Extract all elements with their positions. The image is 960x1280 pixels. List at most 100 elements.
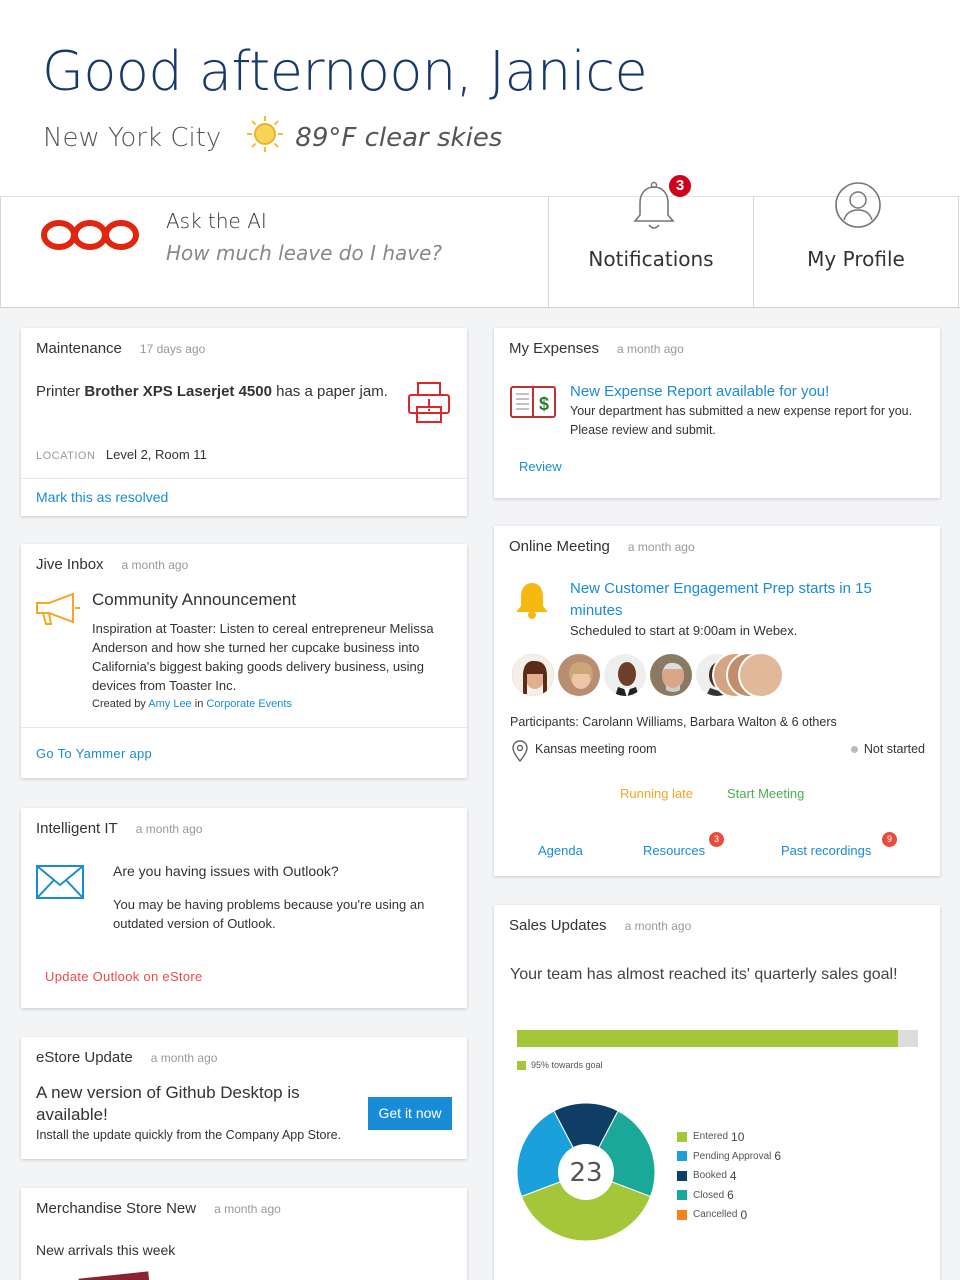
- legend-item: Pending Approval 6: [677, 1147, 781, 1167]
- notifications-badge: 3: [667, 173, 693, 199]
- weather-text: 89°F clear skies: [295, 122, 503, 153]
- location-pin-icon: [512, 740, 528, 767]
- recordings-count-badge: 9: [882, 832, 897, 847]
- legend-swatch: [677, 1170, 687, 1181]
- byline-text: in: [194, 698, 204, 710]
- message-text: Printer: [36, 383, 85, 400]
- card-timestamp: a month ago: [627, 540, 695, 554]
- card-title: My Expenses: [509, 340, 600, 357]
- sales-donut-chart: 23: [516, 1102, 656, 1242]
- author-link[interactable]: Amy Lee: [148, 698, 191, 710]
- intelligent-it-card: Intelligent IT a month ago Are you havin…: [21, 808, 467, 1008]
- ask-ai-prompt: How much leave do I have?: [166, 241, 443, 265]
- sales-progress-bar: [517, 1030, 918, 1047]
- legend-label: Closed: [693, 1189, 725, 1201]
- card-title: Online Meeting: [509, 538, 610, 555]
- envelope-icon: [36, 865, 84, 904]
- notifications-label: Notifications: [588, 247, 714, 271]
- merch-body: New arrivals this week: [36, 1242, 176, 1258]
- card-title: Jive Inbox: [36, 556, 104, 573]
- legend-swatch: [677, 1209, 687, 1220]
- agenda-link[interactable]: Agenda: [538, 843, 583, 858]
- message-text: has a paper jam.: [271, 383, 388, 400]
- location-value: Level 2, Room 11: [105, 447, 207, 462]
- meeting-schedule: Scheduled to start at 9:00am in Webex.: [570, 623, 798, 638]
- card-title: Intelligent IT: [36, 820, 118, 837]
- running-late-button[interactable]: Running late: [620, 786, 693, 801]
- svg-text:$: $: [539, 394, 549, 414]
- legend-item: Cancelled 0: [677, 1205, 781, 1225]
- card-title: Sales Updates: [509, 917, 607, 934]
- expense-heading[interactable]: New Expense Report available for you!: [570, 383, 829, 400]
- product-image: [78, 1271, 150, 1280]
- donut-legend: Entered 10 Pending Approval 6 Booked 4 Closed 6…: [677, 1127, 781, 1225]
- estore-body: Install the update quickly from the Comp…: [36, 1128, 342, 1142]
- expense-ledger-icon: $: [510, 384, 556, 425]
- my-profile-button[interactable]: My Profile: [754, 182, 959, 307]
- progress-legend: 95% towards goal: [517, 1060, 603, 1070]
- meeting-heading[interactable]: New Customer Engagement Prep starts in 1…: [570, 578, 890, 622]
- legend-item: Closed 6: [677, 1186, 781, 1206]
- status-text: Not started: [863, 742, 925, 756]
- legend-value: 6: [774, 1149, 782, 1164]
- printer-name: Brother XPS Laserjet 4500: [84, 383, 272, 400]
- legend-label: Booked: [693, 1170, 727, 1182]
- card-timestamp: 17 days ago: [139, 342, 206, 356]
- greeting-header: Good afternoon, Janice New York City 89°…: [0, 0, 960, 308]
- legend-swatch: [677, 1190, 687, 1201]
- card-title: Maintenance: [36, 340, 122, 357]
- avatar[interactable]: [738, 652, 784, 698]
- ask-ai-title: Ask the AI: [166, 209, 267, 233]
- greeting-title: Good afternoon, Janice: [42, 40, 648, 103]
- card-timestamp: a month ago: [135, 822, 203, 836]
- resources-link[interactable]: Resources: [643, 843, 705, 858]
- maintenance-card: Maintenance 17 days ago Printer Brother …: [21, 328, 467, 516]
- notifications-button[interactable]: 3 Notifications: [549, 173, 754, 307]
- participant-avatars: [510, 652, 784, 698]
- meeting-status: Not started: [850, 742, 925, 756]
- card-title: Merchandise Store New: [36, 1200, 197, 1217]
- card-timestamp: a month ago: [150, 1051, 218, 1065]
- get-it-now-button[interactable]: Get it now: [368, 1097, 452, 1130]
- avatar[interactable]: [602, 652, 648, 698]
- estore-heading: A new version of Github Desktop is avail…: [36, 1083, 300, 1124]
- divider: [21, 727, 467, 728]
- divider: [21, 478, 467, 479]
- announcement-heading: Community Announcement: [92, 590, 297, 609]
- start-meeting-button[interactable]: Start Meeting: [727, 786, 804, 801]
- past-recordings-link[interactable]: Past recordings: [781, 843, 871, 858]
- maintenance-message: Printer Brother XPS Laserjet 4500 has a …: [36, 383, 388, 400]
- announcement-byline: Created by Amy Lee in Corporate Events: [92, 698, 292, 710]
- megaphone-icon: [35, 592, 81, 631]
- mark-resolved-link[interactable]: Mark this as resolved: [36, 489, 168, 505]
- legend-swatch: [677, 1151, 687, 1162]
- ask-ai-button[interactable]: Ask the AI How much leave do I have?: [0, 197, 549, 307]
- legend-label: Entered: [693, 1131, 729, 1143]
- sales-progress-fill: [517, 1030, 898, 1047]
- city-name: New York City: [43, 122, 222, 153]
- location-label: LOCATION: [36, 450, 96, 462]
- avatar[interactable]: [556, 652, 602, 698]
- avatar[interactable]: [510, 652, 556, 698]
- jive-inbox-card: Jive Inbox a month ago Community Announc…: [21, 544, 467, 778]
- sales-updates-card: Sales Updates a month ago Your team has …: [494, 905, 940, 1280]
- review-link[interactable]: Review: [519, 459, 562, 474]
- legend-value: 4: [729, 1168, 737, 1183]
- card-title: eStore Update: [36, 1049, 133, 1066]
- my-expenses-card: My Expenses a month ago $ New Expense Re…: [494, 328, 940, 498]
- announcement-body: Inspiration at Toaster: Listen to cereal…: [92, 621, 434, 693]
- group-link[interactable]: Corporate Events: [206, 698, 292, 710]
- meeting-room: Kansas meeting room: [535, 742, 657, 756]
- participants-text: Participants: Carolann Williams, Barbara…: [510, 715, 837, 729]
- progress-label: 95% towards goal: [531, 1060, 603, 1070]
- legend-item: Booked 4: [677, 1166, 781, 1186]
- avatar[interactable]: [648, 652, 694, 698]
- card-timestamp: a month ago: [624, 919, 692, 933]
- update-outlook-link[interactable]: Update Outlook on eStore: [45, 969, 203, 984]
- legend-value: 0: [740, 1207, 748, 1222]
- ai-logo-icon: [41, 215, 141, 260]
- location-row: LOCATION Level 2, Room 11: [36, 446, 207, 464]
- legend-value: 6: [727, 1188, 734, 1203]
- go-to-yammer-link[interactable]: Go To Yammer app: [36, 746, 152, 761]
- online-meeting-card: Online Meeting a month ago New Customer …: [494, 526, 940, 876]
